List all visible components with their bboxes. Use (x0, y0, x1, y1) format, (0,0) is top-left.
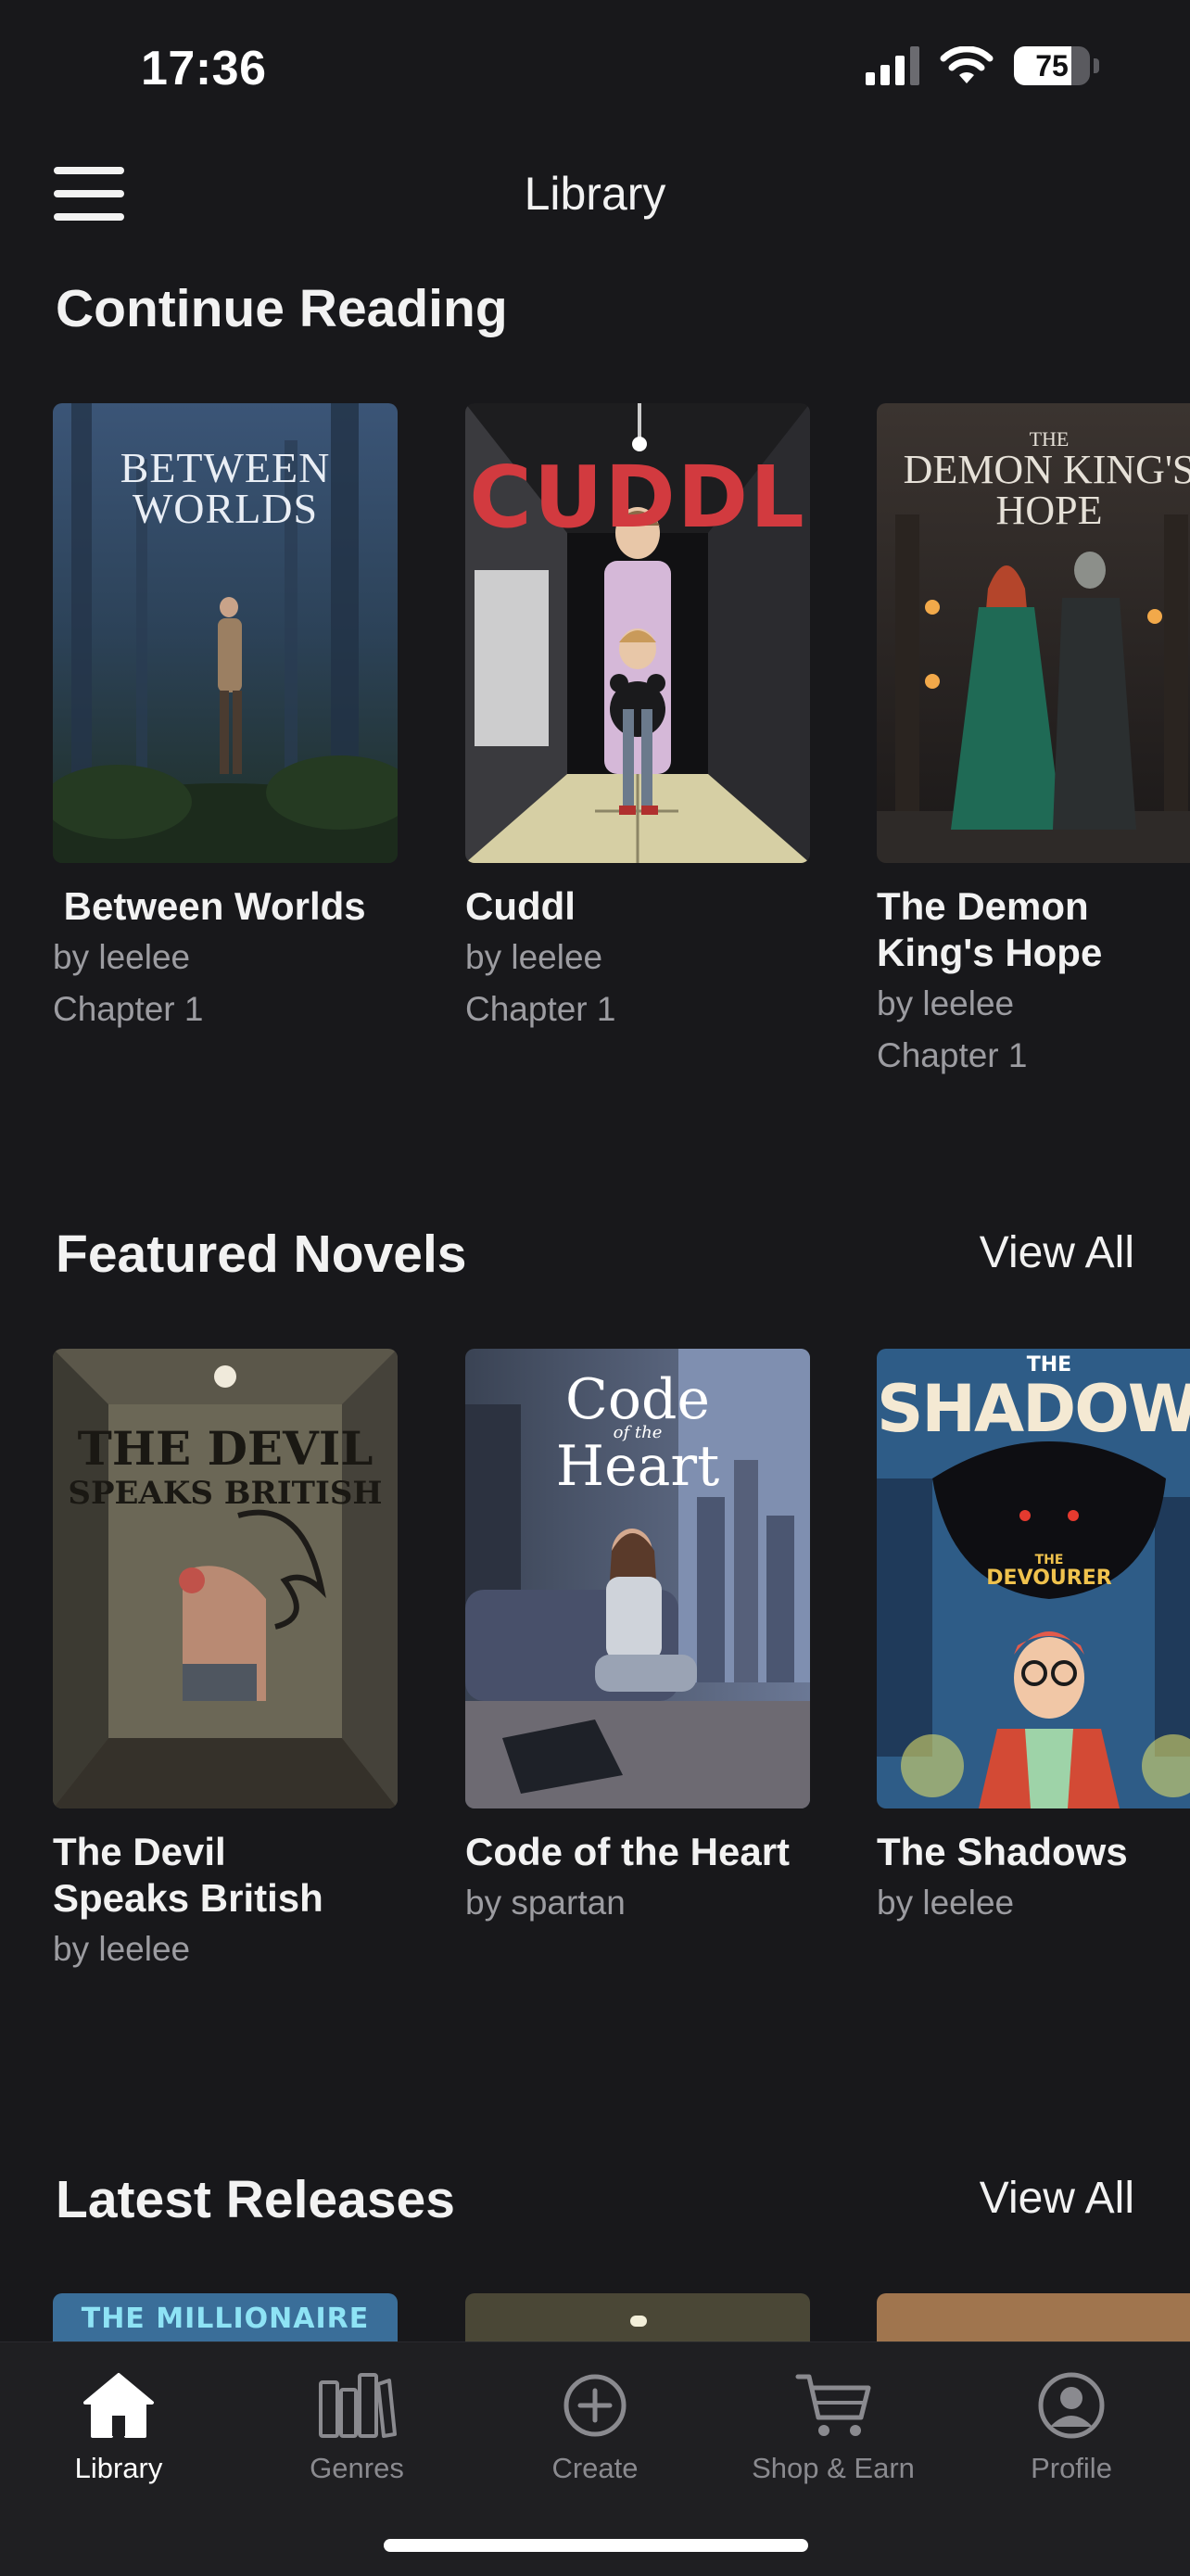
tab-label: Profile (1031, 2452, 1112, 2484)
book-title: Cuddl (465, 884, 576, 928)
cover-title-line: DEMON KING'S (903, 447, 1190, 492)
tab-profile[interactable]: Profile (953, 2367, 1190, 2485)
book-title: Between Worlds (53, 884, 366, 928)
book-title: Code of the Heart (465, 1830, 791, 1873)
page-title: Library (524, 168, 666, 220)
cover-title: THE DEVIL SPEAKS BRITISH (53, 1421, 398, 1513)
home-icon (83, 2373, 154, 2438)
featured-view-all-button[interactable]: View All (980, 1227, 1134, 1278)
latest-book-cover-2[interactable] (465, 2293, 810, 2349)
book-author: by leelee (465, 938, 603, 976)
cover-title-line: BETWEEN (120, 444, 331, 491)
book-author: by leelee (877, 1884, 1015, 1922)
cover-title-line: HOPE (995, 488, 1103, 533)
book-author: by leelee (53, 1930, 191, 1968)
cover-title-line: SPEAKS BRITISH (68, 1475, 383, 1512)
featured-novels-title: Featured Novels (56, 1225, 467, 1284)
book-title: The Demon King's Hope (877, 884, 1103, 974)
cover-title-line: DEVOURER (986, 1567, 1112, 1590)
latest-releases-title: Latest Releases (56, 2170, 455, 2229)
home-indicator (384, 2539, 808, 2552)
book-cover: BETWEEN WORLDS (53, 403, 398, 863)
book-card-devil-speaks-british[interactable]: THE DEVIL SPEAKS BRITISH The Devil Speak… (53, 1349, 398, 1973)
battery-icon: 75 (1014, 46, 1090, 85)
tab-label: Create (551, 2452, 639, 2484)
cellular-signal-icon (866, 46, 919, 85)
cart-icon (795, 2374, 871, 2436)
wifi-icon (940, 46, 994, 83)
profile-icon (1038, 2372, 1105, 2439)
book-cover: Code of the Heart (465, 1349, 810, 1808)
status-time: 17:36 (141, 42, 267, 95)
book-chapter: Chapter 1 (53, 990, 204, 1028)
cover-title-line: THE (1034, 1553, 1064, 1567)
books-icon (319, 2373, 397, 2438)
cover-title-line: THE DEVIL (77, 1421, 373, 1476)
book-card-code-of-the-heart[interactable]: Code of the Heart Code of the Heart by s… (465, 1349, 810, 1927)
book-chapter: Chapter 1 (465, 990, 616, 1028)
cover-title: THE SHADOWS THE DEVOURER (877, 1354, 1190, 1590)
cover-title: Code of the Heart (465, 1367, 810, 1499)
tab-label: Genres (310, 2452, 404, 2484)
book-cover: CUDDL (465, 403, 810, 863)
book-title: The Devil Speaks British (53, 1830, 323, 1920)
book-title: The Shadows (877, 1830, 1128, 1873)
header: Library (0, 148, 1190, 241)
cover-title-line: SHADOWS (877, 1371, 1190, 1447)
book-author: by leelee (53, 938, 191, 976)
cover-title-line: Heart (555, 1434, 720, 1499)
book-chapter: Chapter 1 (877, 1036, 1028, 1074)
continue-reading-title: Continue Reading (56, 279, 508, 338)
tab-label: Shop & Earn (752, 2452, 915, 2484)
plus-circle-icon (563, 2374, 627, 2437)
status-icons: 75 (866, 46, 1099, 85)
lamp-icon (630, 2316, 647, 2327)
tab-shop-earn[interactable]: Shop & Earn (715, 2367, 952, 2485)
status-bar: 17:36 75 (0, 0, 1190, 139)
battery-percent: 75 (1035, 48, 1069, 82)
cover-title-line: WORLDS (132, 485, 319, 532)
cover-title: THE MILLIONAIRE (81, 2303, 370, 2335)
latest-view-all-button[interactable]: View All (980, 2173, 1134, 2224)
tab-library[interactable]: Library (0, 2367, 237, 2485)
book-cover: THE DEVIL SPEAKS BRITISH (53, 1349, 398, 1808)
tab-genres[interactable]: Genres (238, 2367, 475, 2485)
cover-title: BETWEEN WORLDS (53, 444, 398, 532)
cover-title: THE DEMON KING'S HOPE (877, 429, 1190, 531)
book-card-cuddl[interactable]: CUDDL Cuddl by leelee Chapter 1 (465, 403, 810, 1034)
cover-title-line: Code (565, 1367, 710, 1432)
book-card-demon-kings-hope[interactable]: THE DEMON KING'S HOPE The Demon King's H… (877, 403, 1190, 1080)
tab-label: Library (74, 2452, 163, 2484)
battery-nub (1094, 58, 1099, 73)
latest-book-cover-3[interactable] (877, 2293, 1190, 2349)
book-author: by leelee (877, 984, 1015, 1022)
book-card-between-worlds[interactable]: BETWEEN WORLDS Between Worlds by leelee … (53, 403, 398, 1034)
book-author: by spartan (465, 1884, 626, 1922)
book-card-the-shadows[interactable]: THE SHADOWS THE DEVOURER The Shadows by … (877, 1349, 1190, 1927)
latest-book-cover-1[interactable]: THE MILLIONAIRE (53, 2293, 398, 2349)
book-cover: THE DEMON KING'S HOPE (877, 403, 1190, 863)
cover-title: CUDDL (469, 448, 806, 547)
tab-create[interactable]: Create (476, 2367, 714, 2485)
battery-group: 75 (1014, 46, 1099, 85)
book-cover: THE SHADOWS THE DEVOURER (877, 1349, 1190, 1808)
